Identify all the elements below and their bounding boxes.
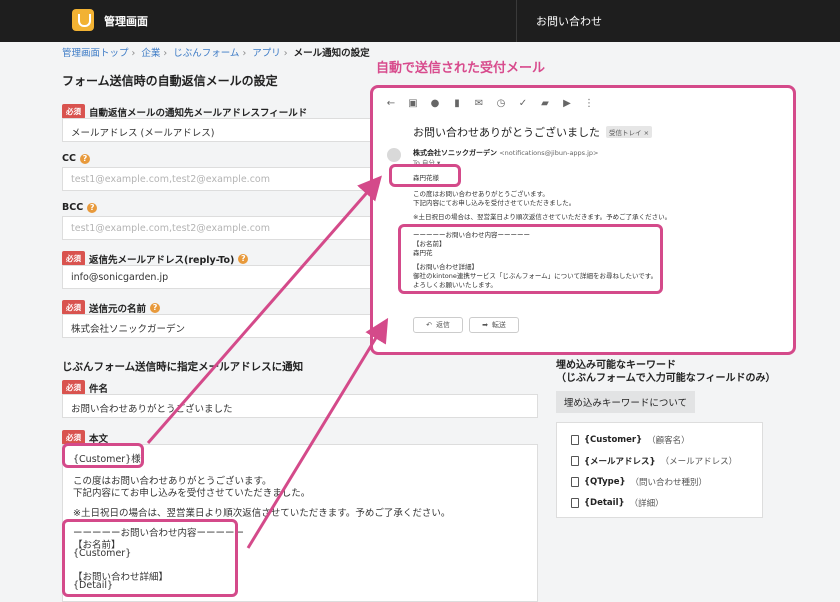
copy-icon[interactable] bbox=[568, 498, 579, 511]
keyword-panel-title: 埋め込み可能なキーワード （じぶんフォームで入力可能なフィールドのみ） bbox=[556, 360, 776, 384]
arrow-customer bbox=[146, 175, 382, 444]
arrow-content bbox=[246, 317, 389, 549]
keyword-item[interactable]: {メールアドレス} （メールアドレス） bbox=[568, 455, 737, 469]
copy-icon[interactable] bbox=[568, 456, 579, 469]
keyword-item[interactable]: {Customer} （顧客名） bbox=[568, 434, 690, 448]
keyword-item[interactable]: {QType} （問い合わせ種別） bbox=[568, 476, 707, 490]
keyword-list: {Customer} （顧客名） {メールアドレス} （メールアドレス） {QTyp… bbox=[556, 422, 763, 518]
copy-icon[interactable] bbox=[568, 435, 579, 448]
about-keywords-button[interactable]: 埋め込みキーワードについて bbox=[556, 391, 695, 413]
keyword-item[interactable]: {Detail} （詳細） bbox=[568, 497, 664, 511]
copy-icon[interactable] bbox=[568, 477, 579, 490]
